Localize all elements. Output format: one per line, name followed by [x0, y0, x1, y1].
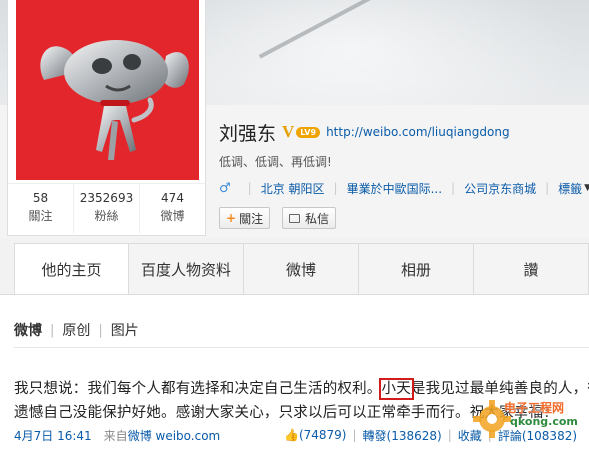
feed-divider	[14, 347, 589, 348]
watermark: 电子工程网 qkong.com	[470, 385, 580, 445]
tab-weibo[interactable]: 微博	[244, 243, 360, 295]
profile-info-row: ♂ | 北京 朝阳区 | 畢業於中歐国际... | 公司京东商城 | 標籤 ▼	[219, 179, 589, 197]
tags-link[interactable]: 標籤	[558, 180, 582, 197]
stat-value: 474	[161, 191, 184, 205]
post-source: 来自微博 weibo.com	[104, 427, 221, 444]
divider: |	[451, 181, 456, 195]
divider: |	[50, 322, 55, 338]
profile-name: 刘强东	[219, 122, 277, 145]
tab-baidu-profile[interactable]: 百度人物资料	[129, 243, 245, 295]
location-link[interactable]: 北京 朝阳区	[261, 180, 325, 197]
source-link[interactable]: 微博 weibo.com	[128, 429, 221, 443]
mascot-dog-icon	[40, 40, 189, 160]
profile-name-row: 刘强东 V LV9 http://weibo.com/liuqiangdong	[219, 120, 510, 145]
company-link[interactable]: 公司京东商城	[464, 180, 536, 197]
stat-label: 微博	[160, 209, 185, 223]
highlighted-word: 小天	[378, 378, 414, 400]
like-count[interactable]: (74879)	[299, 428, 347, 442]
divider: |	[247, 181, 252, 195]
envelope-icon	[289, 213, 300, 223]
divider: |	[545, 181, 550, 195]
chevron-down-icon[interactable]: ▼	[584, 183, 589, 193]
profile-motto: 低调、低调、再低调!	[219, 155, 332, 169]
tab-home[interactable]: 他的主页	[14, 243, 130, 295]
divider: |	[352, 428, 357, 442]
plus-icon: +	[226, 211, 237, 225]
divider: |	[333, 181, 338, 195]
watermark-url: qkong.com	[510, 415, 578, 428]
male-icon: ♂	[219, 180, 231, 196]
follow-button-label: 關注	[239, 211, 264, 226]
stat-label: 粉絲	[94, 209, 119, 223]
message-button-label: 私信	[305, 211, 330, 226]
feed-tab-original[interactable]: 原创	[62, 320, 90, 340]
profile-tabs: 他的主页 百度人物资料 微博 相册 讚	[14, 243, 589, 295]
repost-link[interactable]: 轉發(138628)	[363, 427, 442, 444]
tab-likes[interactable]: 讚	[474, 243, 589, 295]
feed-filter-tabs: 微博 | 原创 | 图片	[14, 320, 139, 340]
stat-label: 關注	[28, 209, 53, 223]
message-button[interactable]: 私信	[282, 207, 337, 229]
post-text-segment: 我只想说：我们每个人都有选择和决定自己生活的权利。	[14, 381, 382, 397]
divider: |	[98, 322, 103, 338]
avatar-card: 58 關注 2352693 粉絲 474 微博	[7, 0, 206, 236]
source-prefix: 来自	[103, 428, 128, 443]
stat-value: 2352693	[79, 191, 134, 205]
tab-album[interactable]: 相册	[359, 243, 475, 295]
thumbs-up-icon[interactable]: 👍	[284, 428, 299, 442]
stat-followers[interactable]: 2352693 粉絲	[74, 184, 140, 233]
feed-tab-weibo[interactable]: 微博	[14, 320, 42, 340]
stat-posts[interactable]: 474 微博	[140, 184, 205, 233]
watermark-title: 电子工程网	[504, 401, 565, 415]
post-time-link[interactable]: 4月7日 16:41	[14, 427, 92, 444]
stat-following[interactable]: 58 關注	[8, 184, 74, 233]
feed-tab-pictures[interactable]: 图片	[111, 320, 139, 340]
stat-value: 58	[32, 191, 49, 205]
follow-button[interactable]: + 關注	[219, 207, 271, 229]
avatar[interactable]	[16, 0, 199, 180]
divider: |	[447, 428, 452, 442]
school-link[interactable]: 畢業於中歐国际...	[347, 180, 442, 197]
profile-url-link[interactable]: http://weibo.com/liuqiangdong	[326, 125, 510, 139]
verified-icon[interactable]: V	[282, 122, 294, 142]
level-badge[interactable]: LV9	[296, 126, 321, 138]
profile-stats: 58 關注 2352693 粉絲 474 微博	[8, 183, 205, 233]
